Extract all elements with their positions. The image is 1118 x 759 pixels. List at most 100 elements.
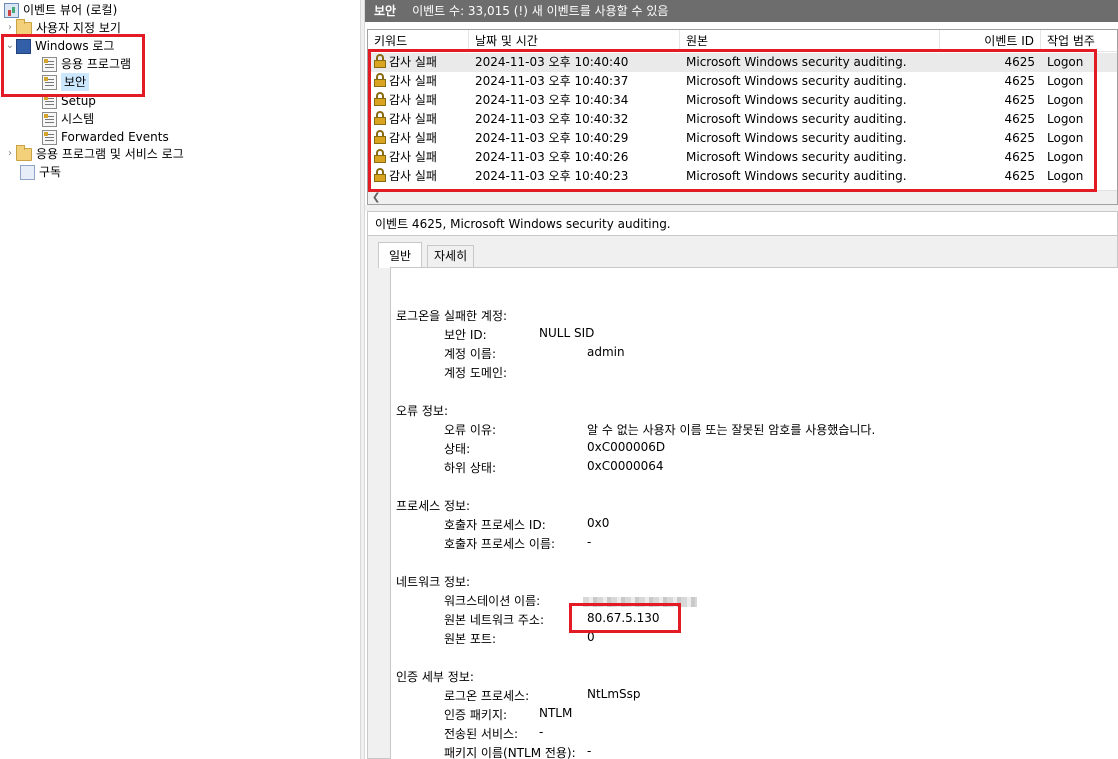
event-row[interactable]: 감사 실패 2024-11-03 오후 10:40:26 Microsoft W… (368, 148, 1117, 167)
datetime-cell: 2024-11-03 오후 10:40:40 (475, 55, 629, 69)
account-name-label: 계정 이름: (444, 347, 497, 361)
tree-item-label: Setup (61, 94, 96, 108)
tree-item-forwarded-events[interactable]: Forwarded Events (42, 128, 169, 146)
lock-icon (374, 54, 386, 68)
log-icon (42, 56, 57, 72)
sid-label: 보안 ID: (444, 328, 487, 342)
horizontal-scrollbar[interactable]: ❮ (368, 190, 1117, 204)
log-name: 보안 (374, 4, 397, 18)
tree-item-label: Forwarded Events (61, 130, 169, 144)
vertical-splitter[interactable] (360, 0, 365, 759)
log-header-bar: 보안 이벤트 수: 33,015 (!) 새 이벤트를 사용할 수 있음 (365, 0, 1118, 22)
package-name-value: - (587, 744, 592, 758)
transited-services-value: - (539, 725, 544, 739)
tree-windows-logs-label: Windows 로그 (35, 39, 115, 53)
event-id-cell: 4625 (1004, 150, 1035, 164)
tree-node-subscriptions[interactable]: 구독 (20, 163, 61, 181)
tree-item-label: 보안 (61, 73, 90, 91)
keyword-text: 감사 실패 (389, 150, 437, 164)
keyword-text: 감사 실패 (389, 131, 437, 145)
subscriptions-icon (20, 164, 35, 180)
keyword-text: 감사 실패 (389, 74, 437, 88)
source-port-label: 원본 포트: (444, 632, 497, 646)
source-cell: Microsoft Windows security auditing. (686, 131, 907, 145)
lock-icon (374, 149, 386, 163)
event-id-cell: 4625 (1004, 169, 1035, 183)
section-heading-account: 로그온을 실패한 계정: (396, 309, 508, 323)
event-row[interactable]: 감사 실패 2024-11-03 오후 10:40:23 Microsoft W… (368, 167, 1117, 186)
section-heading-network: 네트워크 정보: (396, 575, 471, 589)
keyword-cell: 감사 실패 (374, 148, 469, 167)
tree-apps-services-label: 응용 프로그램 및 서비스 로그 (36, 147, 184, 161)
column-header-source[interactable]: 원본 (680, 30, 940, 52)
column-header-event-id[interactable]: 이벤트 ID (940, 30, 1041, 52)
event-id-cell: 4625 (1004, 131, 1035, 145)
chevron-right-icon[interactable]: › (4, 19, 16, 37)
caller-process-name-value: - (587, 535, 592, 549)
tree-node-apps-services[interactable]: › 응용 프로그램 및 서비스 로그 (4, 145, 184, 163)
category-cell: Logon (1047, 55, 1084, 69)
event-row[interactable]: 감사 실패 2024-11-03 오후 10:40:40 Microsoft W… (368, 53, 1117, 72)
tree-node-windows-logs[interactable]: ⌄ Windows 로그 (4, 37, 114, 55)
source-cell: Microsoft Windows security auditing. (686, 74, 907, 88)
source-cell: Microsoft Windows security auditing. (686, 93, 907, 107)
caller-pid-value: 0x0 (587, 516, 610, 530)
category-cell: Logon (1047, 150, 1084, 164)
lock-icon (374, 92, 386, 106)
lock-icon (374, 73, 386, 87)
tab-details[interactable]: 자세히 (427, 245, 475, 267)
tree-item-security[interactable]: 보안 (42, 73, 90, 91)
keyword-text: 감사 실패 (389, 55, 437, 69)
tree-item-system[interactable]: 시스템 (42, 110, 94, 128)
tab-general[interactable]: 일반 (378, 242, 423, 268)
keyword-cell: 감사 실패 (374, 167, 469, 186)
category-cell: Logon (1047, 131, 1084, 145)
tree-item-application[interactable]: 응용 프로그램 (42, 55, 131, 73)
event-row[interactable]: 감사 실패 2024-11-03 오후 10:40:37 Microsoft W… (368, 72, 1117, 91)
source-port-value: 0 (587, 630, 595, 644)
column-header-keyword[interactable]: 키워드 (368, 30, 469, 52)
event-list: 키워드 날짜 및 시간 원본 이벤트 ID 작업 범주 감사 실패 2024-1… (367, 29, 1118, 205)
keyword-cell: 감사 실패 (374, 129, 469, 148)
datetime-cell: 2024-11-03 오후 10:40:29 (475, 131, 629, 145)
tree-node-custom-views[interactable]: › 사용자 지정 보기 (4, 19, 121, 37)
source-network-address-value: 80.67.5.130 (587, 611, 660, 625)
lock-icon (374, 130, 386, 144)
tree-item-setup[interactable]: Setup (42, 92, 96, 110)
event-row[interactable]: 감사 실패 2024-11-03 오후 10:40:34 Microsoft W… (368, 91, 1117, 110)
folder-icon (16, 145, 32, 161)
event-row[interactable]: 감사 실패 2024-11-03 오후 10:40:29 Microsoft W… (368, 129, 1117, 148)
log-icon (42, 111, 57, 127)
account-name-value: admin (587, 345, 625, 359)
lock-icon (374, 168, 386, 182)
transited-services-label: 전송된 서비스: (444, 727, 519, 741)
folder-icon (16, 19, 32, 35)
keyword-cell: 감사 실패 (374, 72, 469, 91)
tree-node-root[interactable]: 이벤트 뷰어 (로컬) (4, 1, 117, 19)
chevron-down-icon[interactable]: ⌄ (4, 37, 16, 55)
chevron-right-icon[interactable]: › (4, 145, 16, 163)
keyword-cell: 감사 실패 (374, 110, 469, 129)
keyword-cell: 감사 실패 (374, 91, 469, 110)
event-id-cell: 4625 (1004, 74, 1035, 88)
scroll-left-arrow-icon[interactable]: ❮ (372, 191, 380, 204)
event-viewer-icon (4, 2, 19, 18)
event-id-cell: 4625 (1004, 93, 1035, 107)
substatus-value: 0xC0000064 (587, 459, 664, 473)
datetime-cell: 2024-11-03 오후 10:40:23 (475, 169, 629, 183)
package-name-label: 패키지 이름(NTLM 전용): (444, 746, 576, 759)
event-detail-pane: 이벤트 4625, Microsoft Windows security aud… (367, 211, 1118, 759)
column-header-datetime[interactable]: 날짜 및 시간 (469, 30, 680, 52)
tree-root-label: 이벤트 뷰어 (로컬) (23, 3, 118, 17)
keyword-text: 감사 실패 (389, 112, 437, 126)
log-icon (42, 129, 57, 145)
event-row[interactable]: 감사 실패 2024-11-03 오후 10:40:32 Microsoft W… (368, 110, 1117, 129)
column-header-category[interactable]: 작업 범주 (1041, 30, 1117, 52)
datetime-cell: 2024-11-03 오후 10:40:32 (475, 112, 629, 126)
category-cell: Logon (1047, 169, 1084, 183)
keyword-text: 감사 실패 (389, 93, 437, 107)
tree-item-label: 시스템 (61, 112, 95, 126)
category-cell: Logon (1047, 74, 1084, 88)
auth-package-value: NTLM (539, 706, 573, 720)
category-cell: Logon (1047, 112, 1084, 126)
